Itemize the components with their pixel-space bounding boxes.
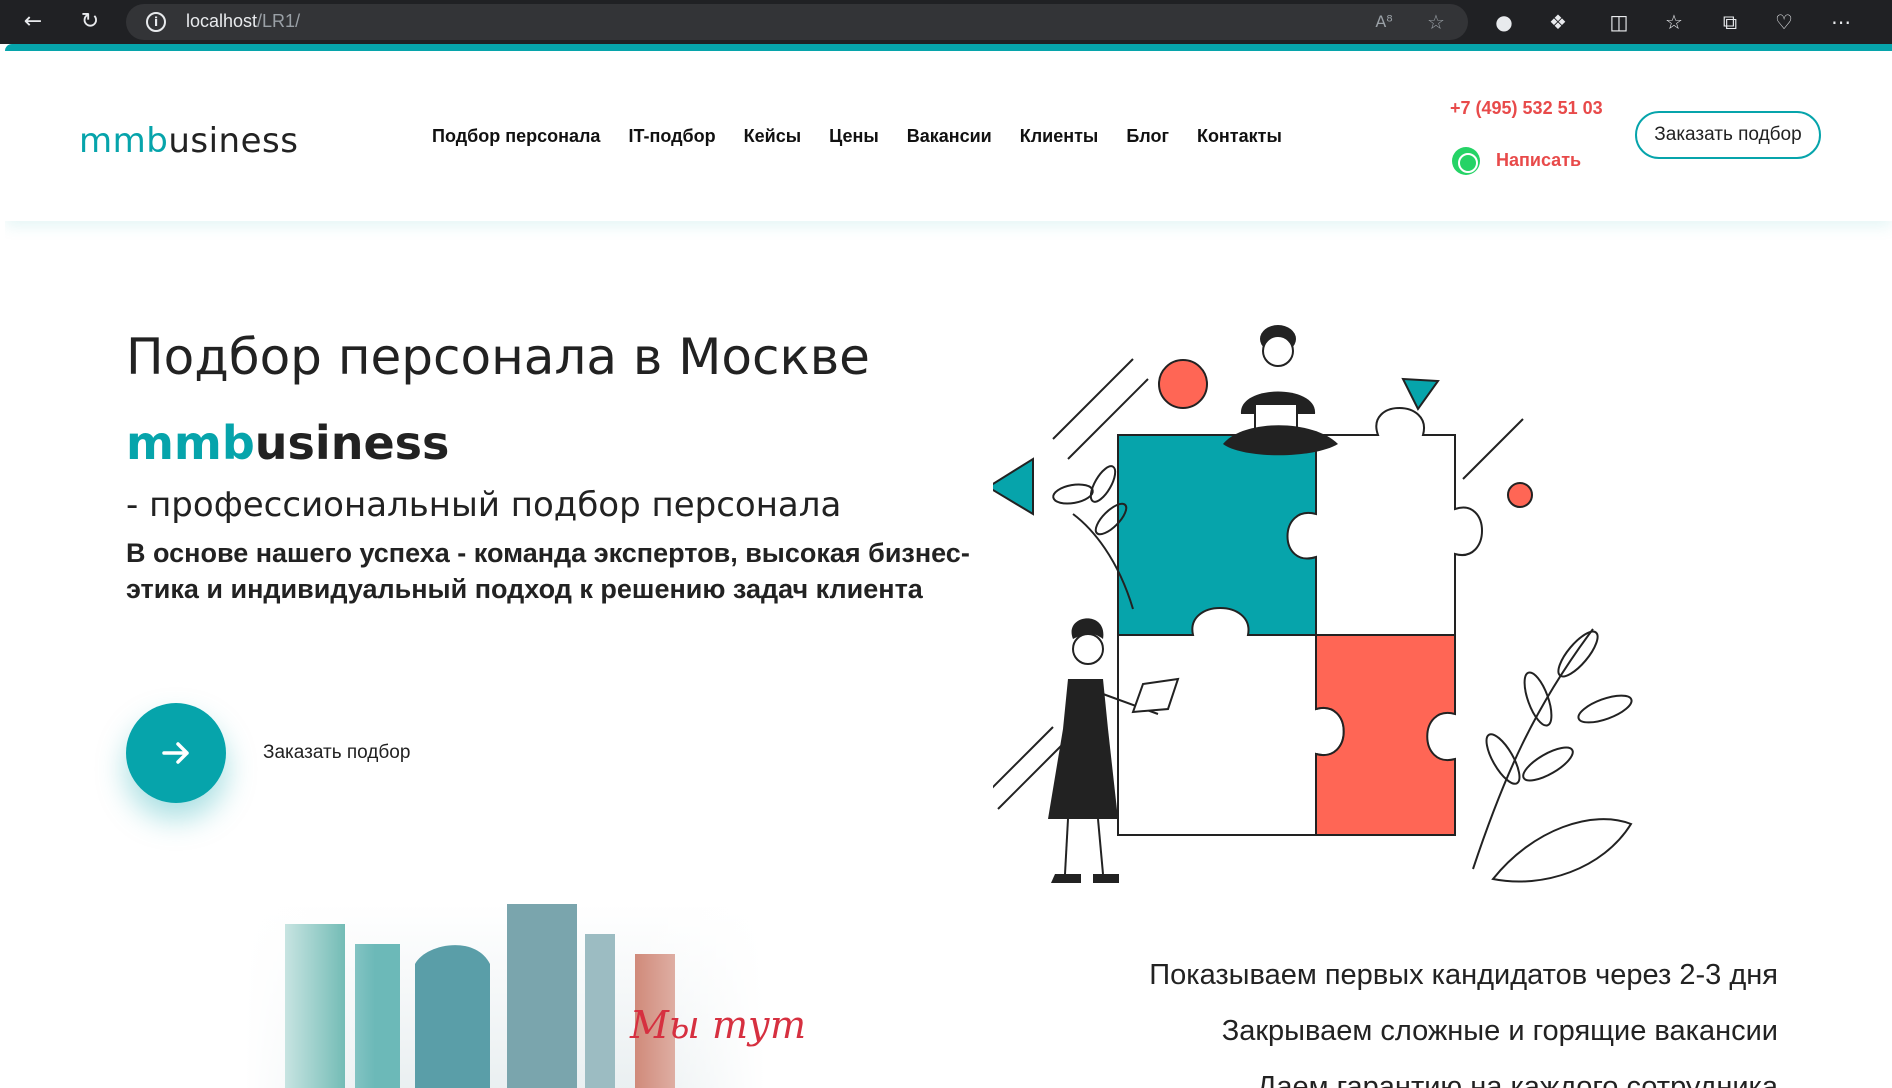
puzzle-illustration bbox=[993, 325, 1633, 883]
browser-essentials-icon[interactable]: ♡ bbox=[1766, 6, 1802, 38]
moscow-city-photo bbox=[245, 904, 765, 1088]
hero-brand-accent: mmb bbox=[126, 416, 255, 470]
cta-label[interactable]: Заказать подбор bbox=[263, 742, 410, 764]
whatsapp-icon[interactable] bbox=[1452, 147, 1480, 175]
deco-line-3 bbox=[1462, 418, 1524, 480]
address-bar[interactable] bbox=[126, 4, 1468, 40]
web-page: mmbusiness Подбор персонала IT-подбор Ке… bbox=[5, 51, 1892, 1088]
hero-subtitle: - профессиональный подбор персонала bbox=[126, 485, 842, 525]
more-menu-icon[interactable]: ⋯ bbox=[1823, 6, 1859, 38]
back-arrow-icon[interactable]: ← bbox=[17, 6, 49, 38]
hero-description: В основе нашего успеха - команда эксперт… bbox=[126, 538, 970, 604]
red-circle-decor bbox=[1158, 359, 1208, 409]
order-button[interactable]: Заказать подбор bbox=[1635, 111, 1821, 159]
write-link[interactable]: Написать bbox=[1496, 150, 1581, 171]
page-top-border bbox=[5, 44, 1892, 51]
url-path: /LR1/ bbox=[257, 11, 301, 31]
nav-item-contacts[interactable]: Контакты bbox=[1197, 126, 1282, 147]
site-header: mmbusiness Подбор персонала IT-подбор Ке… bbox=[5, 51, 1892, 221]
nav-item-blog[interactable]: Блог bbox=[1126, 126, 1169, 147]
phone-link[interactable]: +7 (495) 532 51 03 bbox=[1450, 98, 1603, 119]
nav-item-recruitment[interactable]: Подбор персонала bbox=[432, 126, 600, 147]
address-url[interactable]: localhost/LR1/ bbox=[186, 11, 300, 32]
teal-triangle-left bbox=[993, 457, 1034, 516]
nav-item-prices[interactable]: Цены bbox=[829, 126, 879, 147]
favorite-star-icon[interactable]: ☆ bbox=[1420, 6, 1452, 38]
deco-line-1 bbox=[1052, 358, 1134, 440]
logo-rest: usiness bbox=[168, 121, 299, 161]
nav-item-clients[interactable]: Клиенты bbox=[1020, 126, 1099, 147]
cta-arrow-button[interactable] bbox=[126, 703, 226, 803]
url-host: localhost bbox=[186, 11, 258, 31]
leaf-branch-right bbox=[1472, 628, 1633, 883]
skyscrapers-image bbox=[245, 904, 765, 1088]
red-small-circle-decor bbox=[1507, 482, 1533, 508]
site-info-icon[interactable]: i bbox=[146, 12, 166, 32]
arrow-right-icon bbox=[162, 742, 189, 764]
hero-brand-rest: usiness bbox=[254, 416, 450, 470]
reload-icon[interactable]: ↻ bbox=[74, 6, 106, 38]
hero-brand: mmbusiness bbox=[126, 416, 449, 470]
puzzle-piece-white-bottom bbox=[1117, 607, 1345, 836]
feature-item-1: Показываем первых кандидатов через 2-3 д… bbox=[1149, 959, 1778, 991]
site-logo[interactable]: mmbusiness bbox=[79, 121, 298, 161]
hero-title: Подбор персонала в Москве bbox=[126, 328, 870, 386]
man-with-laptop-figure bbox=[1223, 325, 1338, 456]
feature-item-2: Закрываем сложные и горящие вакансии bbox=[1221, 1015, 1778, 1047]
main-nav: Подбор персонала IT-подбор Кейсы Цены Ва… bbox=[432, 126, 1282, 147]
nav-item-it-recruitment[interactable]: IT-подбор bbox=[628, 126, 715, 147]
puzzle-piece-teal bbox=[1117, 434, 1317, 636]
globe-icon[interactable]: ● bbox=[1486, 6, 1522, 38]
extensions-icon[interactable]: ❖ bbox=[1540, 6, 1576, 38]
logo-accent: mmb bbox=[79, 121, 169, 161]
photo-caption: Мы тут bbox=[630, 1003, 807, 1047]
nav-item-cases[interactable]: Кейсы bbox=[744, 126, 801, 147]
collections-icon[interactable]: ⧉ bbox=[1712, 6, 1748, 38]
teal-triangle-top bbox=[1401, 377, 1440, 411]
split-screen-icon[interactable]: ◫ bbox=[1601, 6, 1637, 38]
feature-item-3: Даем гарантию на каждого сотрудника bbox=[1256, 1071, 1778, 1088]
read-aloud-icon[interactable]: A⁸ bbox=[1368, 6, 1400, 38]
nav-item-vacancies[interactable]: Вакансии bbox=[907, 126, 992, 147]
favorites-icon[interactable]: ☆ bbox=[1656, 6, 1692, 38]
